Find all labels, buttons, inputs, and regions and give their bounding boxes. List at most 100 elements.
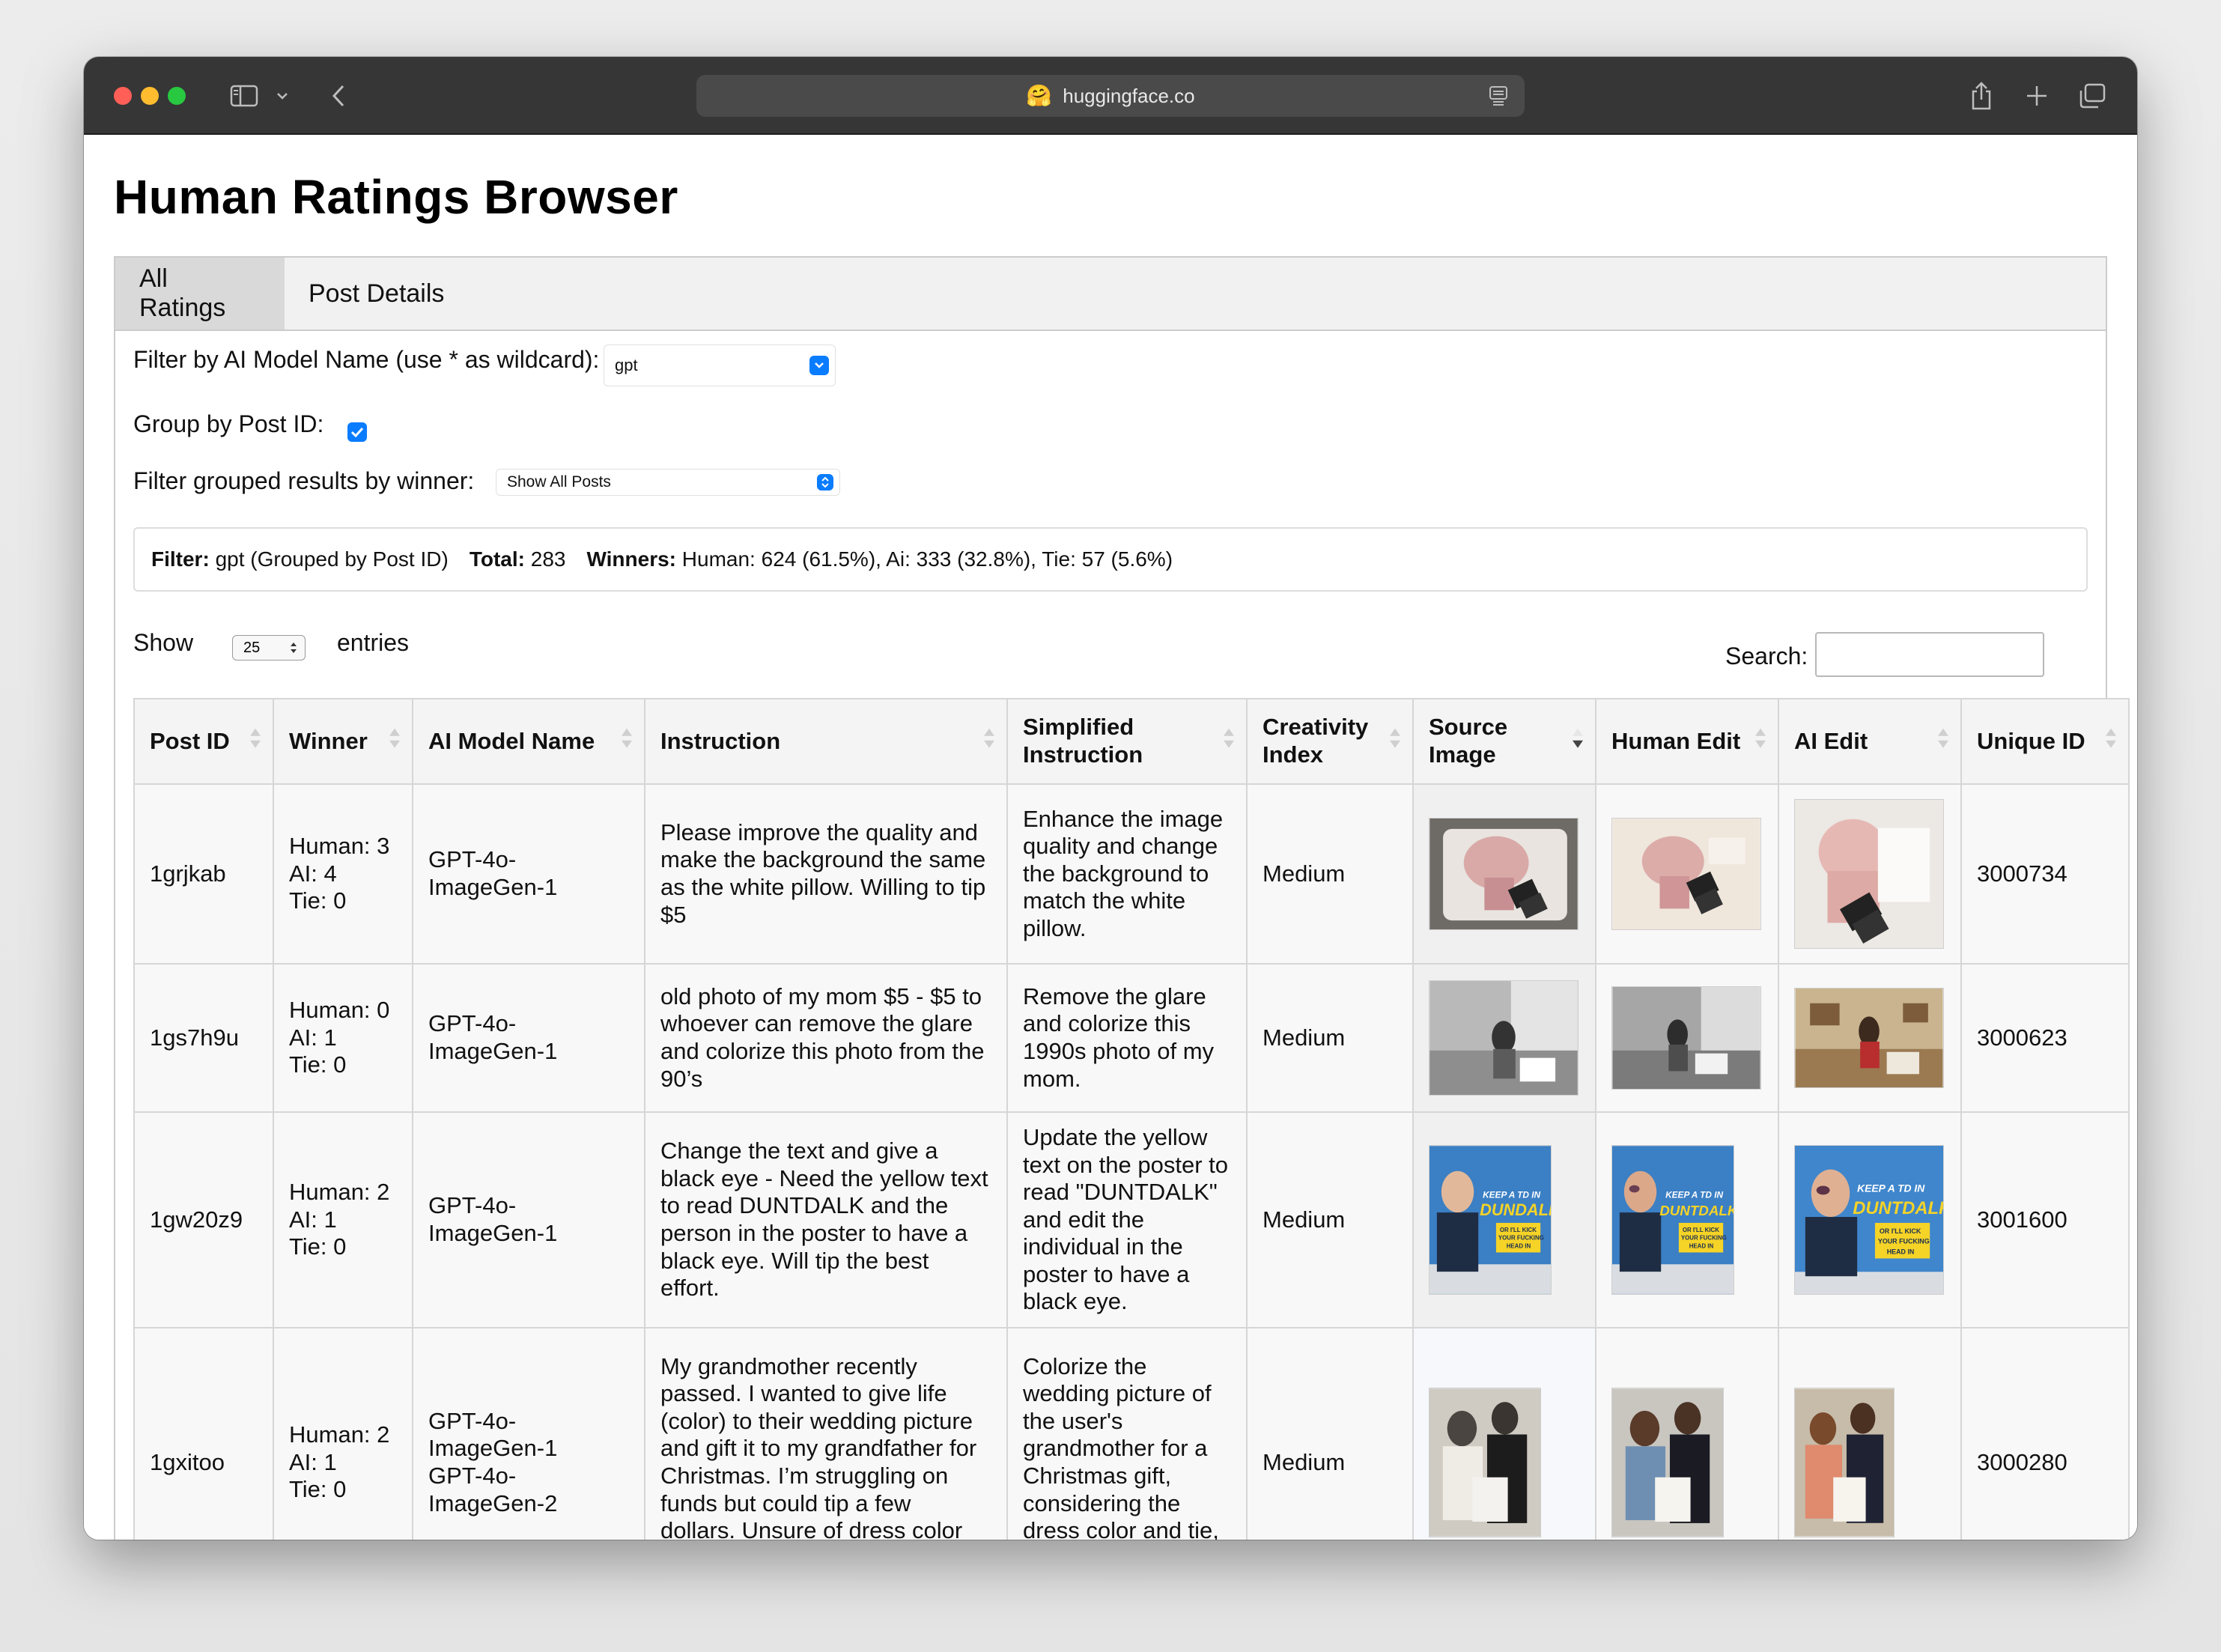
cell-unique-id: 3000734 <box>1960 783 2130 965</box>
cell-instruction: Change the text and give a black eye - N… <box>644 1111 1008 1328</box>
sort-both-icon <box>620 726 634 758</box>
poster-text: OR I'LL KICK <box>1880 1227 1921 1235</box>
source-image-thumbnail[interactable] <box>1429 1388 1541 1537</box>
sort-both-icon <box>388 726 401 758</box>
source-image-thumbnail[interactable] <box>1429 980 1579 1096</box>
human-edit-thumbnail[interactable]: KEEP A TD IN DUNTDALK OR I'LL KICK YOUR … <box>1611 1145 1734 1295</box>
column-header-instruction[interactable]: Instruction <box>644 698 1008 785</box>
chevron-down-icon[interactable] <box>271 76 294 115</box>
source-image-thumbnail[interactable] <box>1429 818 1579 930</box>
cell-unique-id: 3000623 <box>1960 963 2130 1113</box>
browser-window: 🤗 huggingface.co Human Ratings Browser A… <box>84 57 2137 1540</box>
page-content: Human Ratings Browser All Ratings Post D… <box>84 136 2137 1540</box>
zoom-window-button[interactable] <box>168 87 186 105</box>
ai-edit-thumbnail[interactable] <box>1794 1388 1895 1537</box>
cell-ai-edit <box>1778 783 1962 965</box>
summary-winners-key: Winners: <box>586 547 677 571</box>
ai-edit-thumbnail[interactable] <box>1794 988 1944 1088</box>
poster-text: KEEP A TD IN <box>1483 1189 1540 1200</box>
sort-desc-icon <box>1571 726 1585 758</box>
winner-filter-select[interactable]: Show All Posts <box>496 469 840 496</box>
back-arrow-icon[interactable] <box>323 76 353 115</box>
reader-mode-icon[interactable] <box>1489 85 1508 110</box>
column-header-simplified-instruction[interactable]: Simplified Instruction <box>1006 698 1248 785</box>
entries-per-page-select[interactable]: 25 <box>232 635 306 661</box>
poster-text: HEAD IN <box>1689 1243 1714 1250</box>
summary-total-value: 283 <box>530 547 566 571</box>
tab-bar: All Ratings Post Details <box>114 256 2107 331</box>
cell-post-id: 1gw20z9 <box>133 1111 274 1328</box>
close-window-button[interactable] <box>114 87 132 105</box>
poster-text: DUNTDALK <box>1659 1203 1734 1218</box>
all-ratings-panel: Filter by AI Model Name (use * as wildca… <box>114 331 2130 1540</box>
model-filter-label: Filter by AI Model Name (use * as wildca… <box>133 346 600 373</box>
cell-source-image <box>1412 963 1596 1113</box>
ai-edit-thumbnail[interactable]: KEEP A TD IN DUNTDALK OR I'LL KICK YOUR … <box>1794 1145 1944 1295</box>
summary-filter-key: Filter: <box>151 547 210 571</box>
column-header-creativity-index[interactable]: Creativity Index <box>1246 698 1414 785</box>
cell-simplified-instruction: Remove the glare and colorize this 1990s… <box>1006 963 1248 1113</box>
poster-text: OR I'LL KICK <box>1683 1227 1719 1233</box>
cell-ai-model-name: GPT-4o- ImageGen-1 <box>412 963 645 1113</box>
entries-per-page-value: 25 <box>243 639 261 656</box>
search-input[interactable] <box>1815 632 2044 677</box>
search-label: Search: <box>1725 643 1808 669</box>
poster-text: DUNDALK <box>1480 1200 1552 1219</box>
cell-post-id: 1gxitoo <box>133 1327 274 1540</box>
cell-winner: Human: 2 AI: 1 Tie: 0 <box>273 1327 413 1540</box>
sort-both-icon <box>1936 726 1950 758</box>
select-updown-icon <box>290 640 297 660</box>
new-tab-plus-icon[interactable] <box>2020 76 2053 115</box>
browser-titlebar: 🤗 huggingface.co <box>84 57 2137 135</box>
cell-unique-id: 3000280 <box>1960 1327 2130 1540</box>
column-header-ai-model-name[interactable]: AI Model Name <box>412 698 645 785</box>
tab-overview-icon[interactable] <box>2076 76 2109 115</box>
table-row[interactable]: 1grjkab Human: 3 AI: 4 Tie: 0 GPT-4o- Im… <box>133 783 2130 965</box>
cell-winner: Human: 0 AI: 1 Tie: 0 <box>273 963 413 1113</box>
poster-text: YOUR FUCKING <box>1681 1235 1727 1242</box>
chevron-down-icon <box>809 356 829 375</box>
column-header-human-edit[interactable]: Human Edit <box>1595 698 1779 785</box>
cell-unique-id: 3001600 <box>1960 1111 2130 1328</box>
address-bar[interactable]: 🤗 huggingface.co <box>696 75 1525 117</box>
cell-ai-model-name: GPT-4o- ImageGen-1 <box>412 783 645 965</box>
entries-label: entries <box>337 629 410 656</box>
ai-edit-thumbnail[interactable] <box>1794 799 1944 949</box>
column-header-source-image[interactable]: Source Image <box>1412 698 1596 785</box>
model-filter-dropdown[interactable]: gpt <box>604 344 836 386</box>
human-edit-thumbnail[interactable] <box>1611 1388 1724 1537</box>
cell-creativity-index: Medium <box>1246 963 1414 1113</box>
table-row[interactable]: 1gw20z9 Human: 2 AI: 1 Tie: 0 GPT-4o- Im… <box>133 1111 2130 1328</box>
column-header-ai-edit[interactable]: AI Edit <box>1778 698 1962 785</box>
group-by-checkbox[interactable] <box>347 422 367 442</box>
table-row[interactable]: 1gs7h9u Human: 0 AI: 1 Tie: 0 GPT-4o- Im… <box>133 963 2130 1113</box>
column-header-post-id[interactable]: Post ID <box>133 698 274 785</box>
cell-human-edit <box>1595 783 1779 965</box>
column-header-unique-id[interactable]: Unique ID <box>1960 698 2130 785</box>
table-header-row: Post ID Winner AI Model Name Instruction… <box>133 698 2130 785</box>
share-icon[interactable] <box>1965 76 1998 115</box>
sort-both-icon <box>982 726 996 758</box>
human-edit-thumbnail[interactable] <box>1611 986 1761 1090</box>
cell-simplified-instruction: Update the yellow text on the poster to … <box>1006 1111 1248 1328</box>
cell-post-id: 1grjkab <box>133 783 274 965</box>
cell-creativity-index: Medium <box>1246 783 1414 965</box>
group-by-label: Group by Post ID: <box>133 410 324 437</box>
winner-filter-value: Show All Posts <box>507 473 611 491</box>
column-header-winner[interactable]: Winner <box>273 698 413 785</box>
human-edit-thumbnail[interactable] <box>1611 818 1761 930</box>
source-image-thumbnail[interactable]: KEEP A TD IN DUNDALK OR I'LL KICK YOUR F… <box>1429 1145 1552 1295</box>
winner-filter-label: Filter grouped results by winner: <box>133 467 475 494</box>
select-updown-icon <box>817 474 833 491</box>
cell-ai-model-name: GPT-4o- ImageGen-1 GPT-4o- ImageGen-2 <box>412 1327 645 1540</box>
tab-post-details[interactable]: Post Details <box>285 258 468 330</box>
poster-text: KEEP A TD IN <box>1857 1182 1925 1194</box>
cell-instruction: old photo of my mom $5 - $5 to whoever c… <box>644 963 1008 1113</box>
tab-all-ratings[interactable]: All Ratings <box>115 258 285 330</box>
cell-post-id: 1gs7h9u <box>133 963 274 1113</box>
sidebar-toggle-icon[interactable] <box>228 76 261 115</box>
huggingface-favicon-icon: 🤗 <box>1026 84 1053 107</box>
minimize-window-button[interactable] <box>141 87 159 105</box>
table-row[interactable]: 1gxitoo Human: 2 AI: 1 Tie: 0 GPT-4o- Im… <box>133 1327 2130 1540</box>
sort-both-icon <box>249 726 262 758</box>
